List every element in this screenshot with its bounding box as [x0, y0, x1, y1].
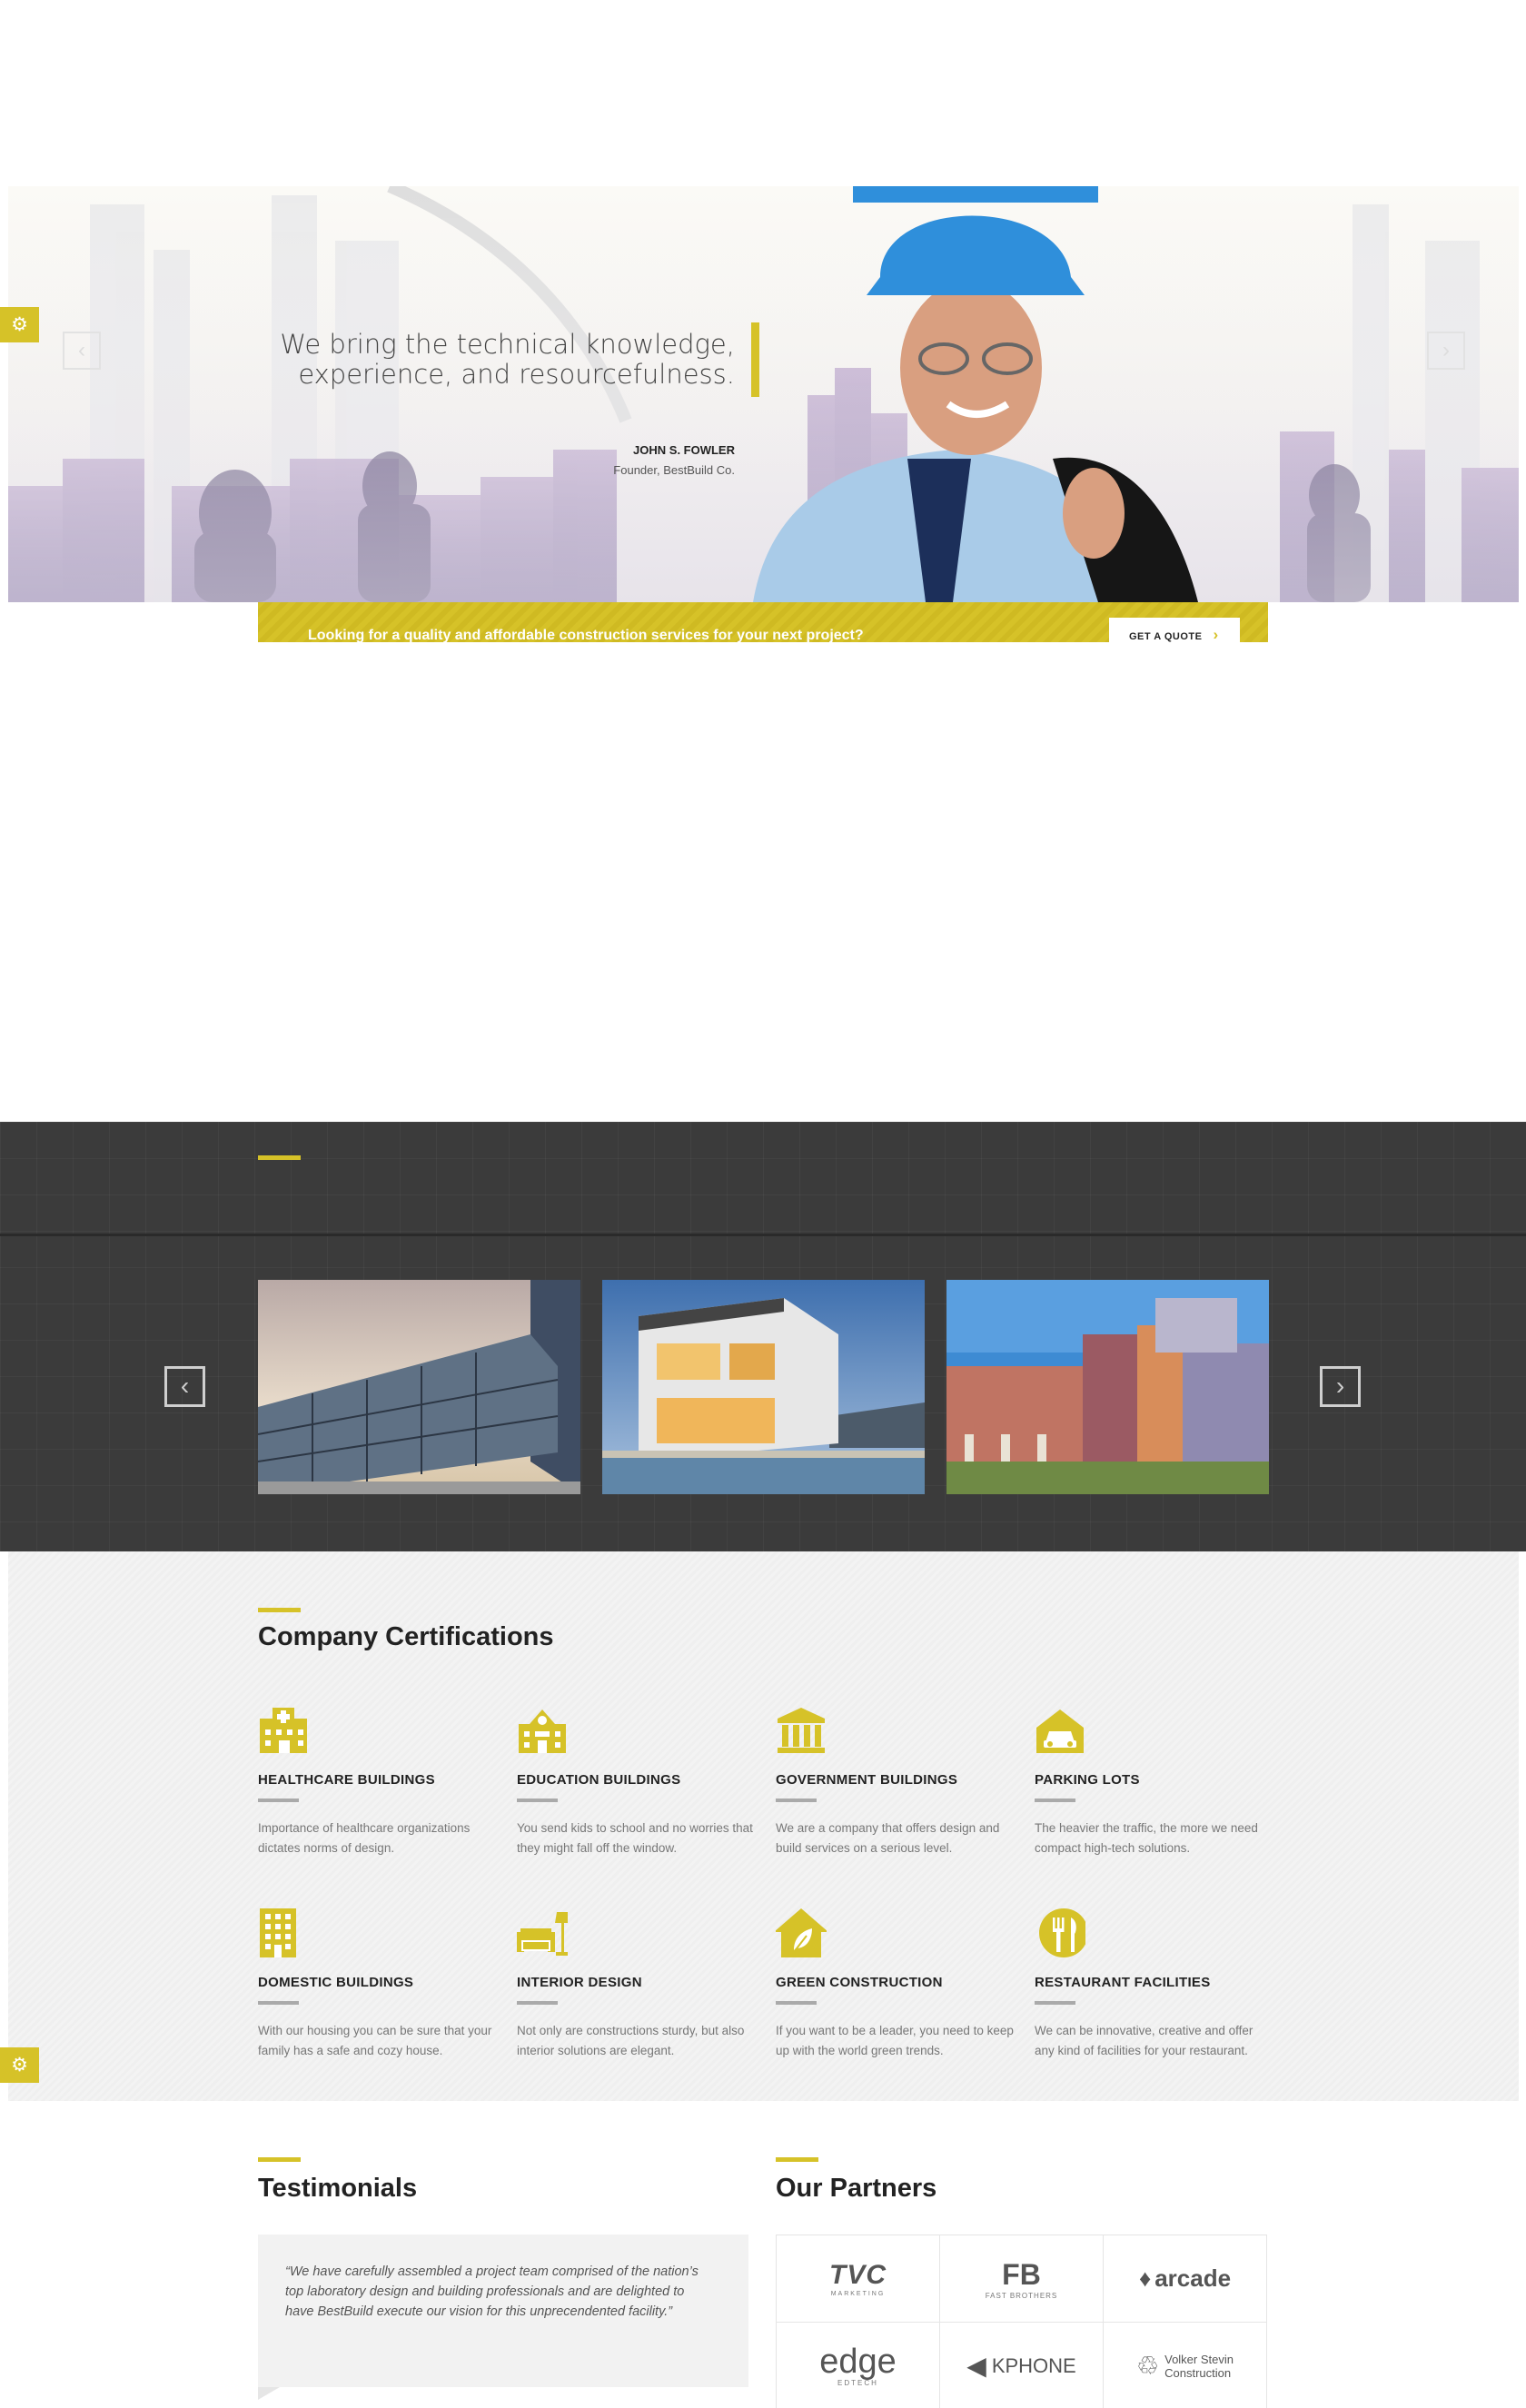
section-accent-line: [258, 1608, 301, 1612]
feature-underline: [258, 2001, 299, 2005]
testimonials-title: Testimonials: [258, 2174, 418, 2203]
tvc-logo-text: TVC: [829, 2260, 887, 2290]
project-thumb-modern-house[interactable]: [602, 1280, 925, 1494]
feature-description: With our housing you can be sure that yo…: [258, 2024, 492, 2057]
settings-gear-icon[interactable]: ⚙: [0, 307, 39, 342]
partner-logo-tvc[interactable]: TVC MARKETING: [777, 2235, 940, 2323]
hero-quote: We bring the technical knowledge, experi…: [263, 330, 735, 390]
partner-logo-volker-stevin[interactable]: ♲ Volker Stevin Construction: [1104, 2323, 1267, 2408]
volker-logo-line1: Volker Stevin: [1164, 2352, 1234, 2366]
testimonial-tail: [258, 2387, 280, 2400]
certifications-section: Company Certifications HEALTHCARE BUILDI…: [8, 1551, 1519, 2101]
feature-description: If you want to be a leader, you need to …: [776, 2024, 1014, 2057]
hero-quote-line2: experience, and resourcefulness.: [298, 359, 735, 390]
feature-underline: [258, 1799, 299, 1802]
hero-next-arrow[interactable]: ›: [1427, 332, 1465, 370]
cta-bar: Looking for a quality and affordable con…: [258, 602, 1268, 642]
feature-title: GREEN CONSTRUCTION: [776, 1975, 943, 1990]
feature-underline: [776, 1799, 817, 1802]
edge-logo-text: edge: [819, 2343, 897, 2381]
feature-parking: PARKING LOTS The heavier the traffic, th…: [1035, 1706, 1275, 1858]
arcade-logo-text: arcade: [1154, 2264, 1232, 2292]
hospital-icon: [260, 1708, 307, 1753]
projects-next-arrow[interactable]: ›: [1320, 1366, 1361, 1407]
project-thumb-school-building[interactable]: [946, 1280, 1269, 1494]
feature-underline: [776, 2001, 817, 2005]
hero-prev-arrow[interactable]: ‹: [63, 332, 101, 370]
partner-logo-edge[interactable]: edge EDTECH: [777, 2323, 940, 2408]
section-divider: [0, 1234, 1526, 1236]
hero-slider: We bring the technical knowledge, experi…: [8, 186, 1519, 602]
feature-description: Importance of healthcare organizations d…: [258, 1821, 471, 1855]
fb-logo-text: FB: [1002, 2257, 1041, 2291]
school-icon: [519, 1709, 566, 1753]
testimonial-card: “We have carefully assembled a project t…: [258, 2235, 748, 2387]
feature-green: GREEN CONSTRUCTION If you want to be a l…: [774, 1908, 1016, 2061]
tvc-logo-sub: MARKETING: [830, 2291, 886, 2297]
fb-logo-sub: FAST BROTHERS: [985, 2291, 1058, 2300]
partners-title: Our Partners: [776, 2174, 937, 2203]
section-title: Company Certifications: [258, 1622, 554, 1651]
feature-title: EDUCATION BUILDINGS: [517, 1772, 681, 1788]
feature-title: HEALTHCARE BUILDINGS: [258, 1772, 435, 1788]
feature-title: GOVERNMENT BUILDINGS: [776, 1772, 958, 1788]
section-accent-line: [776, 2157, 818, 2162]
sofa-lamp-icon: [517, 1912, 570, 1956]
eco-house-icon: [774, 1908, 828, 1957]
feature-healthcare: HEALTHCARE BUILDINGS Importance of healt…: [258, 1706, 499, 1858]
feature-government: GOVERNMENT BUILDINGS We are a company th…: [776, 1706, 1016, 1858]
project-thumb-glass-building[interactable]: [258, 1280, 580, 1494]
feature-description: We are a company that offers design and …: [776, 1821, 1000, 1855]
recycle-mark-icon: ♲: [1136, 2352, 1160, 2380]
section-accent-line: [258, 1155, 301, 1160]
quote-author-name: JOHN S. FOWLER: [633, 443, 735, 457]
projects-prev-arrow[interactable]: ‹: [164, 1366, 205, 1407]
get-a-quote-label: GET A QUOTE: [1129, 631, 1203, 642]
feature-underline: [1035, 1799, 1075, 1802]
partner-logo-arcade[interactable]: ♦ arcade: [1104, 2235, 1267, 2323]
projects-section: ‹ ›: [0, 1122, 1526, 1551]
kphone-logo-text: KPHONE: [991, 2353, 1076, 2377]
feature-education: EDUCATION BUILDINGS You send kids to sch…: [517, 1706, 758, 1858]
feature-underline: [517, 2001, 558, 2005]
feature-title: DOMESTIC BUILDINGS: [258, 1975, 414, 1990]
feature-title: INTERIOR DESIGN: [517, 1975, 642, 1990]
feature-description: You send kids to school and no worries t…: [517, 1821, 753, 1855]
feature-description: The heavier the traffic, the more we nee…: [1035, 1821, 1258, 1855]
volker-logo-line2: Construction: [1164, 2365, 1232, 2380]
kphone-mark-icon: ◀: [966, 2352, 986, 2380]
feature-title: PARKING LOTS: [1035, 1772, 1140, 1788]
partners-grid: TVC MARKETING FB FAST BROTHERS ♦ arcade …: [776, 2235, 1267, 2408]
hero-quote-line1: We bring the technical knowledge,: [280, 329, 735, 360]
apartment-icon: [260, 1908, 296, 1957]
feature-domestic: DOMESTIC BUILDINGS With our housing you …: [258, 1908, 499, 2061]
feature-description: We can be innovative, creative and offer…: [1035, 2024, 1254, 2057]
flame-icon: ♦: [1138, 2264, 1152, 2292]
partner-logo-fast-brothers[interactable]: FB FAST BROTHERS: [940, 2235, 1104, 2323]
city-skyline-illustration: [8, 186, 1519, 602]
parking-icon: [1036, 1709, 1084, 1753]
section-accent-line: [258, 2157, 301, 2162]
settings-gear-icon[interactable]: ⚙: [0, 2047, 39, 2083]
chevron-right-icon: ›: [1213, 626, 1219, 642]
feature-restaurant: RESTAURANT FACILITIES We can be innovati…: [1035, 1908, 1275, 2061]
partner-logo-kphone[interactable]: ◀ KPHONE: [940, 2323, 1104, 2408]
get-a-quote-button[interactable]: GET A QUOTE ›: [1109, 618, 1240, 642]
quote-accent-bar: [751, 322, 759, 397]
feature-interior: INTERIOR DESIGN Not only are constructio…: [517, 1908, 758, 2061]
feature-description: Not only are constructions sturdy, but a…: [517, 2024, 745, 2057]
testimonial-quote: “We have carefully assembled a project t…: [285, 2264, 699, 2319]
feature-underline: [517, 1799, 558, 1802]
feature-title: RESTAURANT FACILITIES: [1035, 1975, 1211, 1990]
government-icon: [778, 1708, 825, 1753]
restaurant-icon: [1039, 1908, 1088, 1957]
feature-underline: [1035, 2001, 1075, 2005]
cta-text: Looking for a quality and affordable con…: [308, 628, 864, 642]
quote-author-role: Founder, BestBuild Co.: [613, 463, 735, 477]
